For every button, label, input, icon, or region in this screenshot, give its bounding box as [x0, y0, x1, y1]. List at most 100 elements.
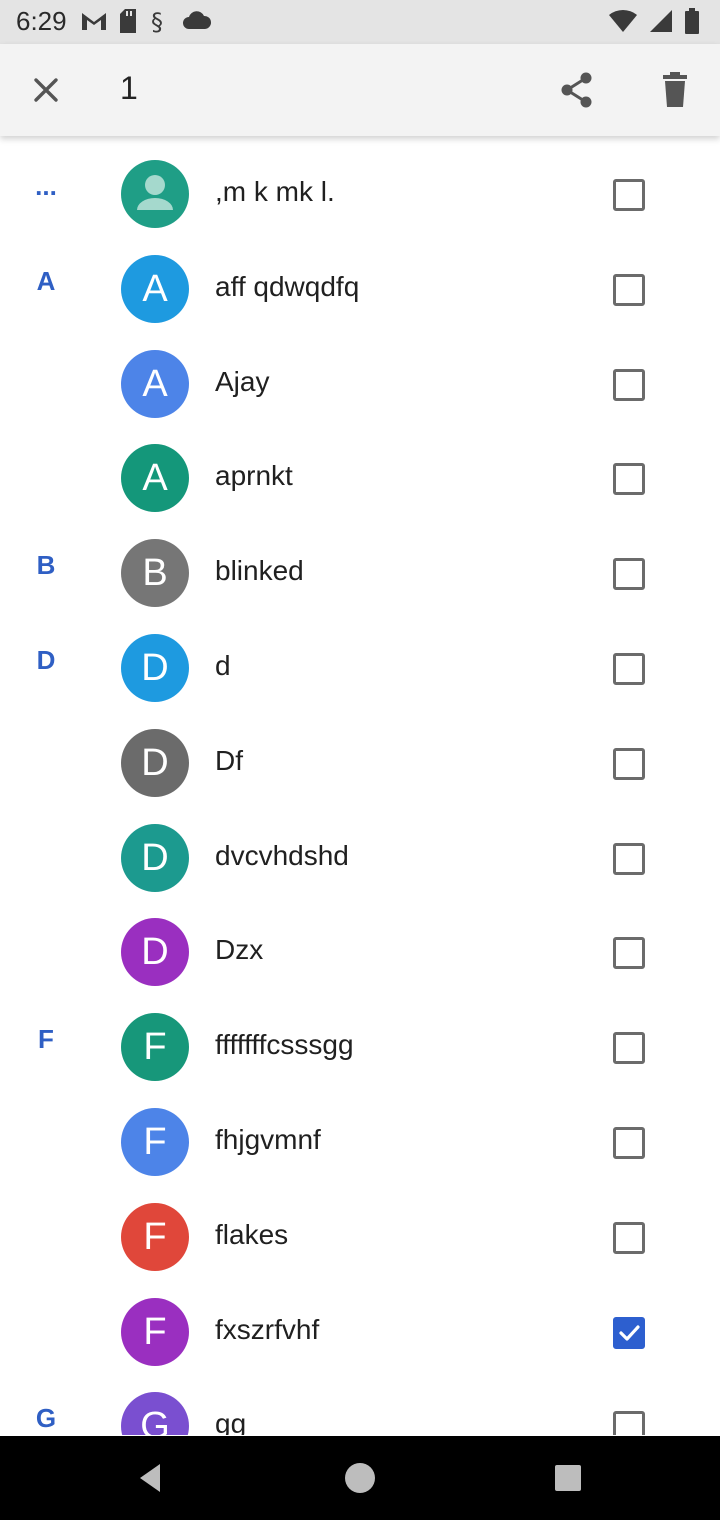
delete-button[interactable]: [651, 66, 699, 114]
contact-name: Df: [215, 744, 243, 776]
checkmark-icon: [619, 1324, 640, 1341]
gmail-icon: [82, 13, 106, 30]
contact-row[interactable]: Ffxszrfvhf: [0, 1285, 720, 1379]
avatar-initial: G: [140, 1405, 170, 1435]
contact-name: flakes: [215, 1218, 289, 1250]
back-button[interactable]: [130, 1458, 170, 1498]
contact-name: fffffffcsssgg: [215, 1029, 354, 1061]
contact-checkbox[interactable]: [613, 463, 645, 496]
recents-button[interactable]: [548, 1458, 588, 1498]
contact-avatar: D: [121, 823, 189, 892]
contact-name: ,m k mk l.: [215, 176, 335, 207]
contact-avatar: A: [121, 349, 189, 418]
avatar-initial: A: [142, 457, 168, 500]
avatar-initial: F: [143, 1121, 167, 1163]
section-letter: D: [36, 645, 56, 675]
contact-name: Ajay: [215, 365, 270, 397]
contact-row[interactable]: Aaprnkt: [0, 431, 720, 525]
avatar-initial: F: [143, 1310, 167, 1353]
contact-checkbox[interactable]: [613, 273, 645, 306]
contact-row[interactable]: D Dzx: [0, 905, 720, 999]
avatar-initial: D: [141, 647, 169, 689]
contact-name: blinked: [215, 555, 304, 587]
contact-row[interactable]: B Bblinked: [0, 526, 720, 620]
contact-name: dvcvhdshd: [215, 839, 349, 871]
section-letter: G: [35, 1403, 57, 1434]
avatar-initial: D: [141, 931, 169, 974]
contact-avatar: D: [121, 918, 189, 987]
contact-row[interactable]: G Ggg: [0, 1379, 720, 1435]
section-letter: F: [38, 1024, 54, 1055]
section-letter: ...: [35, 171, 57, 201]
contact-checkbox[interactable]: [613, 1411, 645, 1435]
navigation-bar: [0, 1436, 720, 1520]
section-letter: B: [36, 550, 56, 581]
status-right-icons: [608, 6, 700, 36]
selected-count: 1: [120, 70, 138, 106]
contact-row[interactable]: Ffhjgvmnf: [0, 1095, 720, 1189]
status-bar: 6:29 §: [0, 0, 720, 44]
contact-avatar: [121, 160, 189, 228]
sd-card-icon: [120, 9, 136, 33]
contact-name: fhjgvmnf: [215, 1124, 321, 1155]
status-time: 6:29: [16, 6, 67, 36]
contact-row[interactable]: ... ,m k mk l.: [0, 147, 720, 241]
section-letter: A: [36, 265, 56, 296]
avatar-initial: F: [143, 1215, 167, 1258]
contact-avatar: D: [121, 634, 189, 702]
wifi-icon: [609, 9, 637, 32]
contact-avatar: A: [121, 444, 189, 513]
contact-name: aff qdwqdfq: [215, 270, 360, 302]
contact-checkbox[interactable]: [613, 368, 645, 401]
contact-row[interactable]: F Ffffffffcsssgg: [0, 1000, 720, 1094]
contact-checkbox[interactable]: [613, 558, 645, 591]
contact-row[interactable]: A Aaff qdwqdfq: [0, 242, 720, 336]
contact-checkbox[interactable]: [613, 747, 645, 780]
trash-icon: [663, 72, 687, 107]
contact-avatar: F: [121, 1108, 189, 1176]
back-triangle-icon: [140, 1464, 160, 1492]
selection-app-bar: 1: [0, 44, 720, 136]
contact-avatar: G: [121, 1392, 189, 1435]
contact-checkbox[interactable]: [613, 1221, 645, 1254]
avatar-initial: D: [141, 741, 169, 784]
contact-name: gg: [215, 1408, 247, 1435]
contact-row[interactable]: D Df: [0, 716, 720, 810]
person-icon: [137, 175, 173, 210]
contact-name: d: [215, 650, 231, 681]
contact-checkbox[interactable]: [613, 179, 645, 211]
contact-checkbox[interactable]: [613, 653, 645, 685]
contact-checkbox-checked[interactable]: [613, 1316, 645, 1349]
contact-avatar: B: [121, 539, 189, 608]
contact-row[interactable]: Fflakes: [0, 1190, 720, 1284]
contact-avatar: F: [121, 1202, 189, 1271]
avatar-initial: B: [142, 552, 168, 595]
contact-name: fxszrfvhf: [215, 1313, 320, 1345]
contact-checkbox[interactable]: [613, 1032, 645, 1065]
contact-checkbox[interactable]: [613, 937, 645, 970]
status-left-icons: §: [80, 6, 212, 36]
share-button[interactable]: [553, 66, 601, 114]
close-selection-button[interactable]: [22, 66, 70, 114]
contact-avatar: A: [121, 254, 189, 323]
cloud-icon: [183, 11, 212, 29]
avatar-initial: A: [142, 362, 168, 405]
avatar-initial: D: [141, 836, 169, 879]
contact-avatar: F: [121, 1013, 189, 1082]
recents-square-icon: [555, 1465, 581, 1491]
contact-checkbox[interactable]: [613, 842, 645, 875]
battery-icon: [685, 8, 699, 34]
contact-row[interactable]: A Ajay: [0, 337, 720, 431]
contact-avatar: D: [121, 728, 189, 797]
contact-list[interactable]: ... ,m k mk l. A Aaff qdwqdfq A Ajay Aaprnkt B B…: [0, 147, 720, 1435]
contact-name: Dzx: [215, 934, 264, 966]
avatar-initial: F: [143, 1026, 167, 1069]
sync-icon: §: [151, 8, 163, 34]
svg-text:§: §: [151, 8, 163, 34]
contact-checkbox[interactable]: [613, 1127, 645, 1159]
home-button[interactable]: [340, 1458, 380, 1498]
contact-row[interactable]: D Dd: [0, 621, 720, 715]
contact-name: aprnkt: [215, 460, 293, 492]
contact-row[interactable]: Ddvcvhdshd: [0, 811, 720, 905]
share-icon: [561, 72, 592, 108]
